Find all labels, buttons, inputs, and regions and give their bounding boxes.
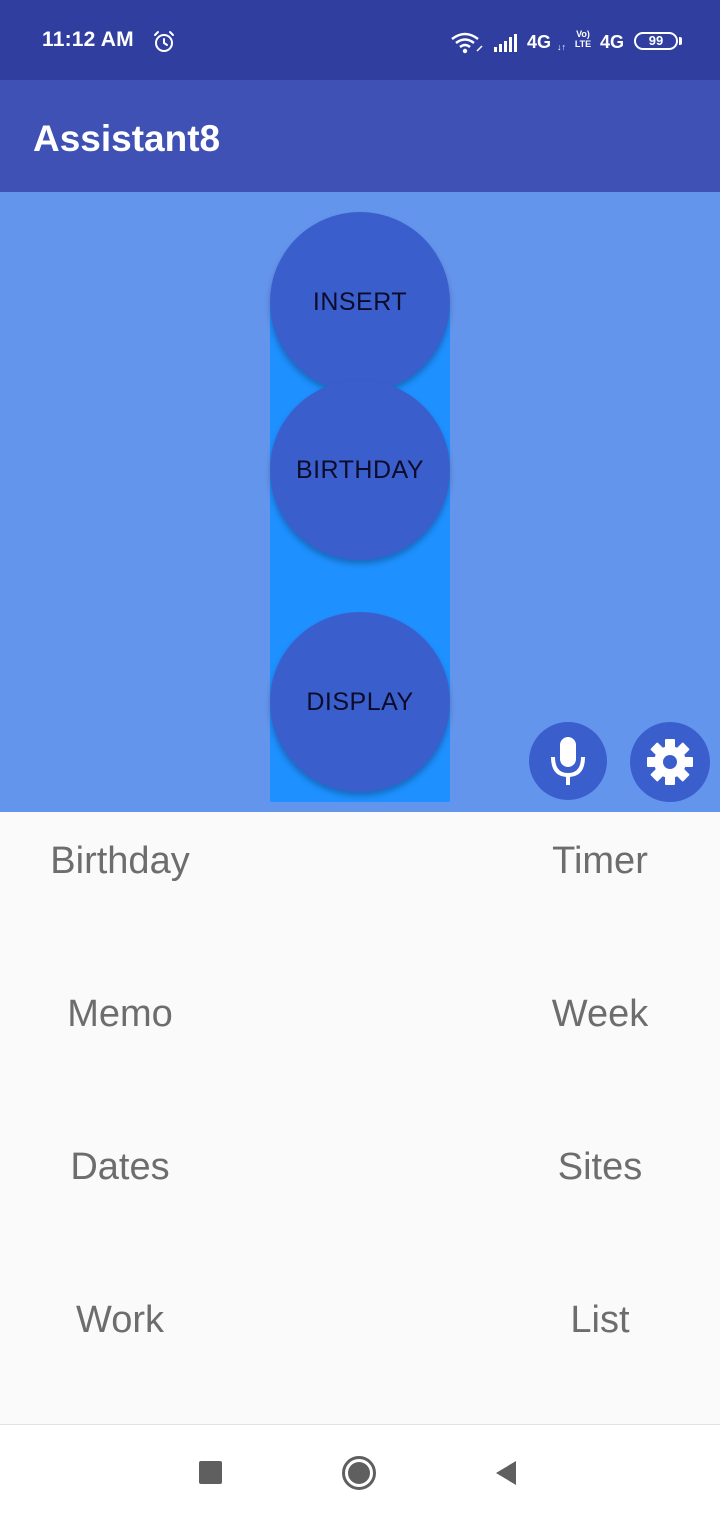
app-bar: Assistant8 — [0, 80, 720, 192]
menu-item-list[interactable]: List — [480, 1290, 720, 1350]
app-title: Assistant8 — [33, 118, 221, 159]
menu-grid: Birthday Timer Memo Week Dates Sites Wor… — [0, 812, 720, 1424]
network-type-1: 4G — [527, 32, 552, 52]
signal-icon — [494, 34, 517, 52]
menu-item-memo[interactable]: Memo — [0, 984, 240, 1044]
data-arrows: ↓↑ — [557, 42, 566, 52]
menu-item-dates[interactable]: Dates — [0, 1137, 240, 1197]
menu-item-timer[interactable]: Timer — [480, 831, 720, 891]
menu-item-sites[interactable]: Sites — [480, 1137, 720, 1197]
birthday-button[interactable]: BIRTHDAY — [270, 380, 450, 560]
menu-item-work[interactable]: Work — [0, 1290, 240, 1350]
volte-line-1: Vo) — [576, 29, 590, 39]
volte-line-2: LTE — [574, 39, 592, 49]
home-icon[interactable] — [341, 1455, 377, 1491]
recents-icon[interactable] — [199, 1461, 222, 1484]
insert-button[interactable]: INSERT — [270, 212, 450, 392]
battery-nub — [679, 37, 682, 45]
gear-icon — [647, 739, 693, 785]
status-time: 11:12 AM — [42, 28, 134, 51]
screen: 11:12 AM 4G ↓↑ Vo) LTE 4G 99 Assistant8 … — [0, 0, 720, 1520]
display-button[interactable]: DISPLAY — [270, 612, 450, 792]
microphone-button[interactable] — [529, 722, 607, 800]
navigation-bar — [0, 1424, 720, 1520]
settings-button[interactable] — [630, 722, 710, 802]
battery-level: 99 — [648, 33, 664, 48]
wifi-icon — [451, 32, 483, 54]
battery-icon: 99 — [634, 32, 678, 50]
action-panel: INSERT BIRTHDAY DISPLAY — [0, 192, 720, 812]
volte-indicator: Vo) LTE — [571, 29, 595, 49]
menu-item-birthday[interactable]: Birthday — [0, 831, 240, 891]
alarm-icon — [154, 31, 174, 52]
network-type-2: 4G — [600, 32, 625, 52]
back-icon[interactable] — [494, 1459, 518, 1487]
status-bar: 11:12 AM 4G ↓↑ Vo) LTE 4G 99 — [0, 0, 720, 80]
menu-item-week[interactable]: Week — [480, 984, 720, 1044]
microphone-icon — [551, 737, 585, 785]
